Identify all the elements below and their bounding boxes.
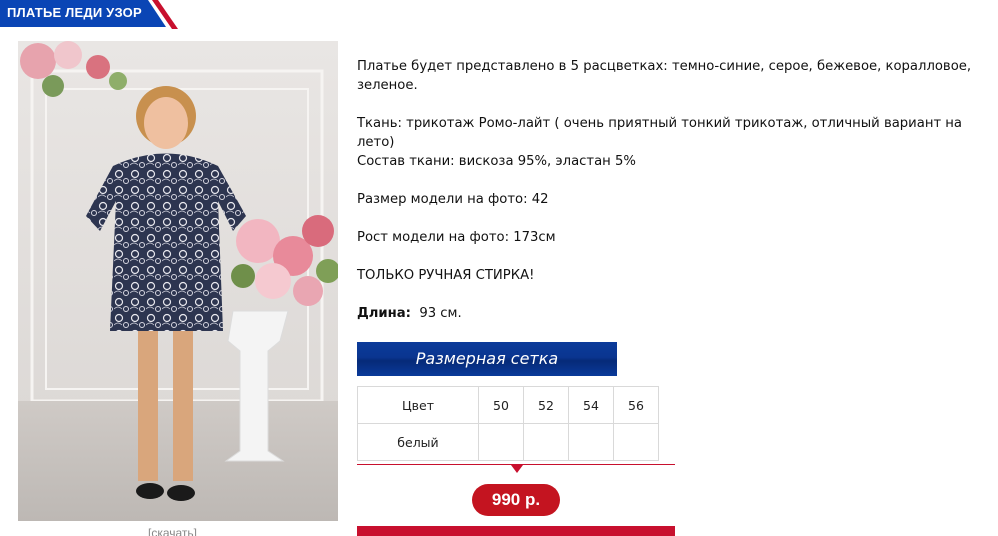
description-colors-line1: Платье будет представлено в 5 расцветках…: [357, 59, 972, 74]
size-table-header-52: 52: [523, 386, 569, 424]
price-badge: 990 р.: [472, 484, 560, 516]
download-link[interactable]: [скачать]: [148, 526, 197, 536]
size-table-header-56: 56: [613, 386, 659, 424]
description-fabric: Ткань: трикотаж Ромо-лайт ( очень приятн…: [357, 116, 963, 150]
length-label: Длина:: [357, 306, 411, 321]
price-pointer-icon: [511, 465, 523, 473]
description-colors-line2: зеленое.: [357, 78, 418, 93]
size-table-color-cell: белый: [357, 423, 479, 461]
description-model-height: Рост модели на фото: 173см: [357, 230, 556, 245]
description-composition: Состав ткани: вискоза 95%, эластан 5%: [357, 154, 636, 169]
size-table-header-color: Цвет: [357, 386, 479, 424]
description-wash-note: ТОЛЬКО РУЧНАЯ СТИРКА!: [357, 268, 535, 283]
description-length: Длина: 93 см.: [357, 304, 462, 323]
size-chart-button[interactable]: Размерная сетка: [357, 342, 617, 376]
size-table-cell-56[interactable]: [613, 423, 659, 461]
size-table-cell-54[interactable]: [568, 423, 614, 461]
product-title-tab: ПЛАТЬЕ ЛЕДИ УЗОР: [0, 0, 178, 29]
dress-photo-image: [18, 41, 338, 521]
size-table-cell-50[interactable]: [478, 423, 524, 461]
description-model-size: Размер модели на фото: 42: [357, 192, 549, 207]
size-table-header-54: 54: [568, 386, 614, 424]
length-value: 93 см.: [419, 306, 462, 321]
size-table: Цвет 50 52 54 56 белый: [357, 386, 659, 461]
product-title: ПЛАТЬЕ ЛЕДИ УЗОР: [7, 5, 142, 20]
buy-button[interactable]: [357, 526, 675, 536]
size-table-header-row: Цвет 50 52 54 56: [357, 386, 659, 424]
product-photo[interactable]: [18, 41, 338, 521]
size-table-cell-52[interactable]: [523, 423, 569, 461]
size-table-header-50: 50: [478, 386, 524, 424]
table-row: белый: [357, 423, 659, 461]
